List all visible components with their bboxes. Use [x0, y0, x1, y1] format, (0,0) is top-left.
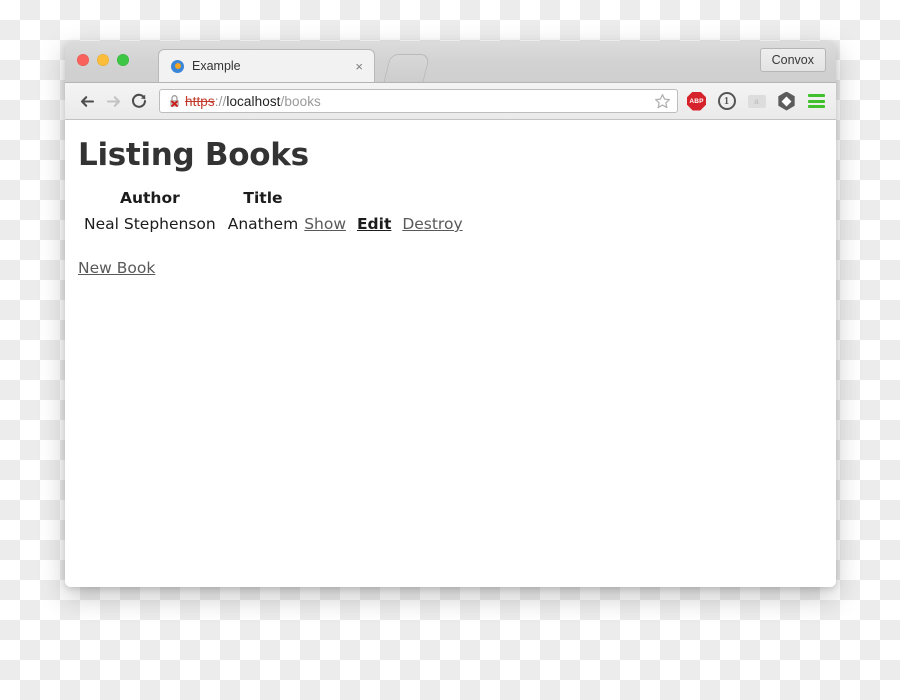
- url-host: localhost: [226, 93, 281, 109]
- url-scheme: https: [185, 93, 215, 109]
- adblock-plus-icon[interactable]: ABP: [686, 91, 707, 112]
- new-book-link[interactable]: New Book: [78, 259, 155, 277]
- tab-title: Example: [192, 59, 241, 73]
- browser-menu-icon[interactable]: [806, 91, 827, 112]
- insecure-lock-icon: [168, 94, 181, 108]
- destroy-link[interactable]: Destroy: [402, 215, 462, 233]
- browser-tab[interactable]: Example ×: [158, 49, 375, 82]
- address-bar[interactable]: https://localhost/books: [159, 89, 678, 113]
- new-book-section: New Book: [78, 259, 836, 277]
- books-table: Author Title Neal Stephenson Anathem Sho…: [78, 185, 469, 237]
- column-header-author: Author: [119, 189, 180, 207]
- back-button[interactable]: [74, 88, 100, 114]
- url-separator: ://: [214, 93, 227, 109]
- titlebar: Example × Convox: [65, 41, 836, 83]
- disabled-extension-icon[interactable]: a: [746, 91, 767, 112]
- extension-icons: ABP 1 a: [684, 91, 827, 112]
- traffic-lights: [77, 54, 129, 66]
- page-content: Listing Books Author Title Neal Stephens…: [65, 120, 836, 587]
- forward-button[interactable]: [100, 88, 126, 114]
- column-header-title: Title: [243, 189, 283, 207]
- table-row: Neal Stephenson Anathem Show Edit Destro…: [78, 211, 469, 237]
- close-window-button[interactable]: [77, 54, 89, 66]
- show-link[interactable]: Show: [304, 215, 346, 233]
- browser-toolbar: https://localhost/books ABP 1 a: [65, 83, 836, 120]
- cell-title: Anathem: [227, 215, 299, 233]
- close-tab-icon[interactable]: ×: [352, 60, 366, 73]
- browser-window: Example × Convox https://localhost/books…: [65, 41, 836, 587]
- url-path: /books: [280, 93, 321, 109]
- cell-author: Neal Stephenson: [84, 215, 216, 233]
- edit-link[interactable]: Edit: [357, 215, 391, 233]
- bookmark-star-icon[interactable]: [654, 93, 671, 110]
- cell-actions: Show Edit Destroy: [304, 211, 468, 237]
- minimize-window-button[interactable]: [97, 54, 109, 66]
- reload-button[interactable]: [126, 88, 152, 114]
- new-tab-button[interactable]: [383, 54, 431, 82]
- table-header-row: Author Title: [78, 185, 469, 211]
- url-text: https://localhost/books: [185, 94, 654, 109]
- tab-favicon-icon: [171, 59, 184, 73]
- page-title: Listing Books: [78, 137, 309, 173]
- column-header-actions: [304, 185, 468, 211]
- 1password-icon[interactable]: 1: [716, 91, 737, 112]
- hexagon-extension-icon[interactable]: [776, 91, 797, 112]
- zoom-window-button[interactable]: [117, 54, 129, 66]
- convox-button[interactable]: Convox: [759, 48, 826, 72]
